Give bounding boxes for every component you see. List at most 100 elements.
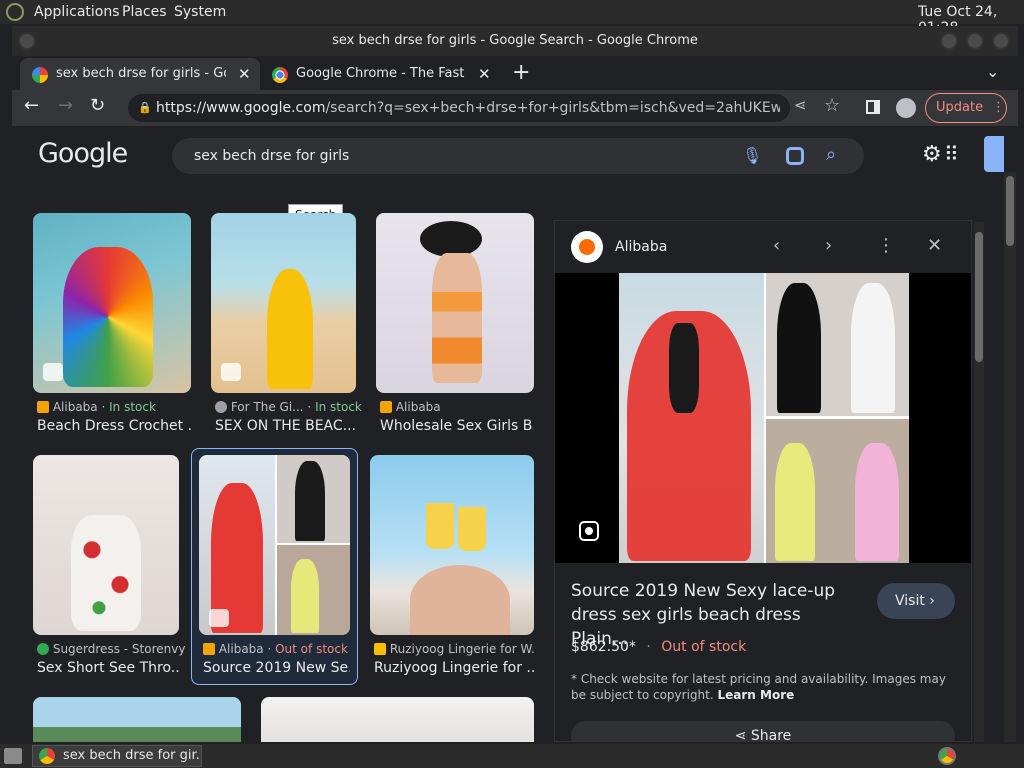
result-image-1[interactable]: [33, 213, 191, 393]
minimize-icon[interactable]: [940, 32, 958, 50]
stock-label: Out of stock: [275, 642, 348, 656]
profile-avatar-icon[interactable]: [896, 98, 916, 118]
taskbar-item-label: sex bech drse for gir...: [63, 748, 202, 763]
hands-shape: [410, 565, 510, 635]
os-top-panel: Applications Places System Tue Oct 24, 0…: [0, 0, 1024, 36]
tag-icon: [221, 363, 241, 381]
url-host: https://www.google.com: [156, 100, 326, 116]
tab-label: sex bech drse for girls - Google: [56, 66, 226, 81]
kebab-menu-icon[interactable]: ⋮: [992, 94, 1005, 122]
forward-icon[interactable]: →: [58, 95, 73, 116]
yellow-outfit-shape: [267, 269, 313, 389]
tag-icon: [43, 363, 63, 381]
ruziyoog-favicon-icon: [374, 643, 386, 655]
page-scrollbar[interactable]: [1004, 172, 1016, 742]
menu-places[interactable]: Places: [122, 4, 167, 20]
lens-camera-icon[interactable]: [786, 147, 804, 165]
result-image-3[interactable]: [376, 213, 534, 393]
panel-source[interactable]: Alibaba: [615, 239, 667, 255]
globe-favicon-icon: [215, 401, 227, 413]
share-button[interactable]: ⋖ Share: [571, 721, 955, 742]
visit-button[interactable]: Visit ›: [877, 583, 955, 619]
tag-icon: [209, 609, 229, 627]
result-source-4[interactable]: Sugerdress - Storenvy: [37, 642, 185, 656]
share-icon[interactable]: ⋖: [794, 96, 807, 114]
result-title-3[interactable]: Wholesale Sex Girls B...: [380, 418, 534, 434]
black-hat-shape: [420, 221, 482, 257]
stock-status: Out of stock: [661, 639, 747, 655]
google-favicon-icon: [32, 67, 48, 83]
tab-chrome[interactable]: Google Chrome - The Fast & S ✕: [264, 58, 496, 90]
show-desktop-icon[interactable]: [4, 748, 22, 764]
result-image-8[interactable]: [261, 697, 534, 742]
close-panel-icon[interactable]: ✕: [927, 235, 942, 256]
result-source-5[interactable]: Alibaba · Out of stock: [203, 642, 348, 656]
result-source-1[interactable]: Alibaba · In stock: [37, 400, 156, 414]
source-label: Ruziyoog Lingerie for W...: [389, 642, 534, 656]
tab-google-search[interactable]: sex bech drse for girls - Google ✕: [20, 58, 260, 90]
taskbar-chrome-item[interactable]: sex bech drse for gir...: [32, 745, 202, 767]
result-image-6[interactable]: [370, 455, 534, 635]
black-dress-shape: [295, 461, 325, 541]
back-icon[interactable]: ←: [24, 95, 39, 116]
voice-search-mic-icon[interactable]: 🎙: [742, 138, 762, 174]
result-image-2[interactable]: [211, 213, 356, 393]
source-label: For The Gi...: [230, 400, 304, 414]
learn-more-link[interactable]: Learn More: [717, 688, 794, 702]
apps-grid-icon[interactable]: ⠿: [944, 142, 959, 166]
result-title-6[interactable]: Ruziyoog Lingerie for ...: [374, 660, 534, 676]
sign-in-button[interactable]: [984, 136, 1004, 172]
share-label: Share: [750, 728, 792, 742]
result-title-4[interactable]: Sex Short See Thro...: [37, 660, 179, 676]
result-source-2[interactable]: For The Gi... · In stock: [215, 400, 362, 414]
distro-logo-icon[interactable]: [6, 3, 24, 21]
result-image-7[interactable]: [33, 697, 241, 742]
close-tab-icon[interactable]: ✕: [478, 58, 491, 90]
menu-applications[interactable]: Applications: [34, 4, 120, 20]
update-button[interactable]: Update ⋮: [925, 93, 1007, 123]
close-window-icon[interactable]: [992, 32, 1010, 50]
stock-label: In stock: [109, 400, 156, 414]
lens-search-icon[interactable]: [579, 521, 599, 541]
tab-search-chevron-down-icon[interactable]: ⌄: [986, 62, 999, 81]
chrome-favicon-icon: [272, 67, 288, 83]
search-magnifier-icon[interactable]: ⌕: [826, 137, 836, 173]
settings-gear-icon[interactable]: ⚙: [922, 142, 942, 167]
result-title-1[interactable]: Beach Dress Crochet ...: [37, 418, 191, 434]
tray-chrome-icon[interactable]: [938, 747, 956, 765]
preview-image[interactable]: [619, 273, 909, 563]
new-tab-icon[interactable]: +: [512, 60, 530, 85]
browser-toolbar: ← → ↻ 🔒 https://www.google.com/search?q=…: [12, 90, 1018, 126]
search-box[interactable]: sex bech drse for girls 🎙 ⌕: [172, 138, 864, 174]
panel-scrollbar[interactable]: [974, 222, 984, 742]
address-bar[interactable]: 🔒 https://www.google.com/search?q=sex+be…: [128, 94, 790, 122]
search-input[interactable]: sex bech drse for girls: [194, 138, 349, 174]
result-source-3[interactable]: Alibaba: [380, 400, 441, 414]
previous-chevron-icon[interactable]: ‹: [773, 235, 780, 256]
next-chevron-icon[interactable]: ›: [825, 235, 832, 256]
result-source-6[interactable]: Ruziyoog Lingerie for W...: [374, 642, 534, 656]
alibaba-logo-icon: [571, 231, 603, 263]
result-title-5[interactable]: Source 2019 New Se...: [203, 660, 350, 676]
page-scroll-thumb[interactable]: [1006, 176, 1014, 246]
source-label: Alibaba: [52, 400, 98, 414]
result-title-2[interactable]: SEX ON THE BEAC...: [215, 418, 356, 434]
menu-system[interactable]: System: [174, 4, 226, 20]
black-dress-shape: [777, 283, 821, 413]
white-dress-shape: [851, 283, 895, 413]
bookmark-star-icon[interactable]: ☆: [824, 95, 840, 116]
window-menu-icon[interactable]: [18, 32, 36, 50]
google-logo[interactable]: Google: [38, 138, 128, 169]
maximize-icon[interactable]: [966, 32, 984, 50]
panel-scroll-thumb[interactable]: [975, 232, 983, 362]
visit-label: Visit: [895, 593, 925, 609]
close-tab-icon[interactable]: ✕: [238, 58, 251, 90]
result-image-4[interactable]: [33, 455, 179, 635]
side-panel-icon[interactable]: [866, 100, 880, 114]
reload-icon[interactable]: ↻: [90, 95, 105, 116]
more-options-icon[interactable]: ⋮: [877, 235, 895, 256]
result-image-5[interactable]: [199, 455, 350, 635]
price-separator: ·: [646, 639, 651, 655]
yellow-dress-shape: [291, 559, 319, 633]
share-icon: ⋖: [734, 728, 751, 742]
